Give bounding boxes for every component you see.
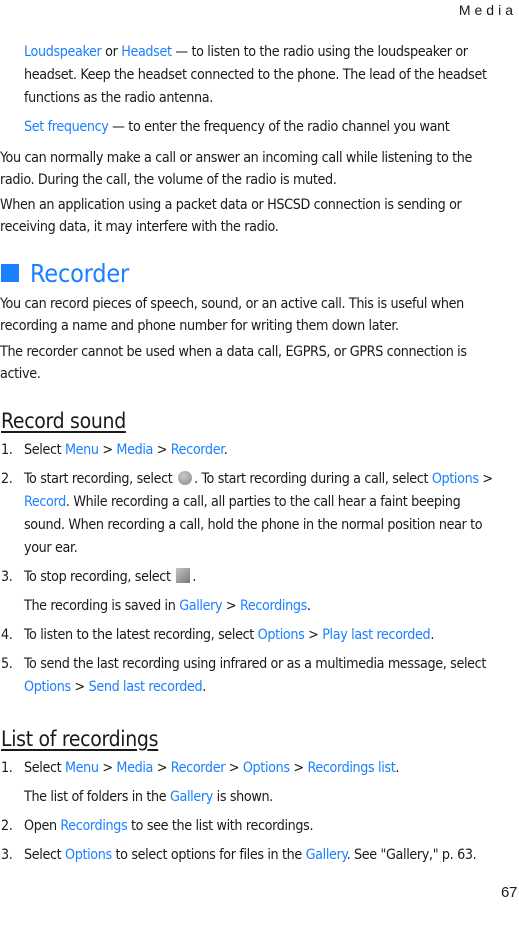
link-options[interactable]: Options [24,679,71,695]
link-loudspeaker[interactable]: Loudspeaker [24,44,102,60]
link-send-last-recorded[interactable]: Send last recorded [89,679,203,695]
link-media[interactable]: Media [116,442,153,458]
list-item: 1. Select Menu > Media > Recorder > Optio… [1,760,400,776]
list-item-note: The list of folders in the Gallery is sh… [24,789,273,805]
link-gallery[interactable]: Gallery [306,847,347,863]
list-item: 4. To listen to the latest recording, sel… [1,627,435,643]
option-loudspeaker-headset: Loudspeaker or Headset — to listen to th… [24,44,487,106]
link-record[interactable]: Record [24,494,66,510]
list-item-note: The recording is saved in Gallery > Reco… [24,598,311,614]
paragraph-call-while-listening: You can normally make a call or answer a… [0,150,473,188]
link-recorder[interactable]: Recorder [171,760,226,776]
record-sound-steps: 1. Select Menu > Media > Recorder. 2. To s… [0,439,519,699]
subheading-record-sound: Record sound [1,409,126,433]
page-number: 67 [501,884,517,901]
link-gallery[interactable]: Gallery [179,598,222,614]
paragraph-recorder-limits: The recorder cannot be used when a data … [0,344,467,382]
link-recordings-list[interactable]: Recordings list [307,760,395,776]
link-play-last-recorded[interactable]: Play last recorded [322,627,430,643]
heading-square-icon [1,264,19,282]
link-options[interactable]: Options [243,760,290,776]
link-headset[interactable]: Headset [121,44,172,60]
section-heading-recorder: Recorder [1,259,129,289]
link-options[interactable]: Options [65,847,112,863]
paragraph-packet-data: When an application using a packet data … [0,197,462,235]
subheading-list-of-recordings: List of recordings [1,727,159,751]
list-item: 3. To stop recording, select . [1,568,197,585]
list-item: 3. Select Options to select options for f… [1,847,477,863]
option-set-frequency: Set frequency — to enter the frequency o… [24,119,450,135]
running-head: Media [458,2,517,18]
stop-icon [176,568,191,583]
list-item: 2. Open Recordings to see the list with r… [1,818,314,834]
list-item: 1. Select Menu > Media > Recorder. [1,442,228,458]
link-recordings[interactable]: Recordings [60,818,127,834]
link-media[interactable]: Media [116,760,153,776]
paragraph-recorder-intro: You can record pieces of speech, sound, … [0,296,464,334]
list-item: 5. To send the last recording using infra… [1,656,487,695]
link-options[interactable]: Options [258,627,305,643]
record-icon [178,471,193,485]
link-options[interactable]: Options [432,471,479,487]
link-gallery[interactable]: Gallery [170,789,213,805]
list-of-recordings-steps: 1. Select Menu > Media > Recorder > Optio… [0,757,519,867]
link-recorder[interactable]: Recorder [171,442,224,458]
link-recordings[interactable]: Recordings [240,598,307,614]
link-menu[interactable]: Menu [65,760,99,776]
link-set-frequency[interactable]: Set frequency [24,119,109,135]
list-item: 2. To start recording, select . To start … [1,471,493,556]
link-menu[interactable]: Menu [65,442,99,458]
